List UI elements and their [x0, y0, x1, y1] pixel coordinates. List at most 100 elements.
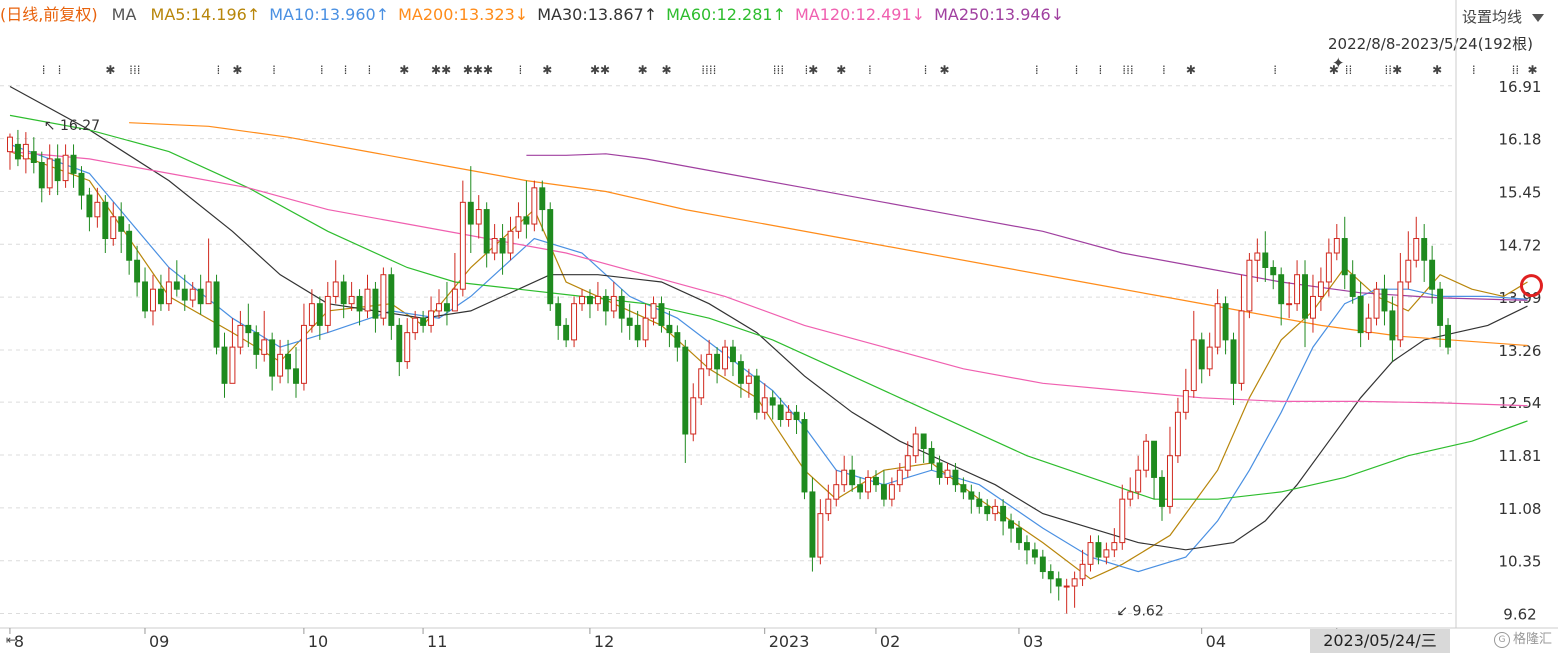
candle-up [896, 469, 903, 486]
candle-up [150, 288, 156, 312]
candle-down [443, 303, 450, 312]
candle-up [205, 281, 212, 305]
signal-mark: ⁞ [58, 63, 62, 77]
candle-up [865, 476, 872, 493]
candle-down [173, 281, 180, 290]
candle-up [1119, 498, 1126, 544]
candle-down [102, 201, 109, 240]
candle-down [1302, 274, 1308, 319]
signal-mark: ⁞ [344, 63, 348, 77]
candle-down [753, 375, 760, 413]
candle-up [428, 310, 435, 326]
signal-mark: ⁞ [272, 63, 276, 77]
candle-down [682, 346, 689, 435]
y-tick-label: 12.54 [1499, 394, 1542, 412]
candle-up [594, 295, 601, 305]
candle-up [348, 295, 355, 305]
signal-mark: ⁞⁞ [1345, 63, 1353, 77]
candle-down [1270, 266, 1277, 276]
candle-down [388, 274, 395, 326]
x-tick-label: 2023 [769, 632, 810, 651]
candle-up [1166, 455, 1173, 507]
candle-up [992, 505, 999, 515]
candle-down [1341, 238, 1348, 276]
candle-up [825, 498, 832, 515]
candle-up [1103, 549, 1110, 558]
candle-down [86, 194, 93, 218]
x-tick-label: 04 [1206, 632, 1226, 651]
candle-down [157, 288, 164, 305]
candle-down [857, 484, 864, 493]
candle-up [531, 187, 538, 225]
candle-up [1063, 585, 1070, 588]
candle-up [1365, 317, 1372, 334]
current-date-label: 2023/05/24/三 [1310, 629, 1450, 653]
candle-up [277, 353, 284, 377]
candle-down [626, 317, 633, 326]
signal-mark: ⁞ [924, 63, 928, 77]
extreme-annotation: ↖ 16.27 [44, 118, 100, 134]
candle-up [1286, 303, 1293, 306]
x-tick-label: 10 [308, 632, 328, 651]
candle-down [952, 469, 959, 486]
ma-line-ma250 [526, 153, 1528, 301]
candle-up [944, 469, 951, 478]
candle-up [1111, 542, 1118, 551]
candle-down [1151, 440, 1158, 478]
signal-mark: ⁞⁞⁞ [773, 63, 784, 77]
candle-down [38, 162, 45, 189]
candle-up [1135, 469, 1142, 493]
candle-down [1095, 542, 1102, 558]
candle-up [300, 324, 307, 384]
candlestick-chart[interactable]: 16.9116.1815.4514.7213.9913.2612.5411.81… [0, 0, 1558, 653]
candle-down [880, 484, 887, 500]
candle-down [142, 281, 149, 312]
candle-down [1357, 295, 1364, 334]
candle-down [340, 281, 347, 305]
back-arrow-icon[interactable]: ⇤ [6, 633, 16, 647]
candle-down [126, 230, 133, 261]
candle-down [563, 324, 570, 341]
candle-up [459, 201, 466, 290]
candle-down [547, 209, 554, 305]
signal-mark: ⁞ [320, 63, 324, 77]
candle-up [1143, 440, 1150, 471]
gelonghui-logo-icon: G [1493, 631, 1510, 648]
candle-down [1222, 303, 1229, 341]
candle-up [841, 469, 848, 486]
candle-down [634, 324, 641, 341]
watermark-text: 格隆汇 [1512, 632, 1552, 647]
candle-up [1413, 238, 1420, 261]
candle-up [690, 397, 697, 435]
candle-up [475, 209, 482, 225]
candle-up [1246, 259, 1253, 312]
signal-mark: ⁞ [1162, 63, 1166, 77]
candle-down [928, 447, 935, 464]
candle-up [22, 143, 29, 160]
candle-up [404, 332, 411, 363]
signal-mark: ✱✱ [431, 63, 451, 77]
candle-up [229, 346, 236, 384]
candle-up [94, 201, 101, 218]
signal-mark: ⁞ [368, 63, 372, 77]
ma-line-ma5 [9, 151, 1528, 580]
candle-up [412, 317, 419, 334]
candle-down [70, 154, 77, 174]
candle-down [467, 201, 474, 225]
candle-down [30, 151, 37, 163]
candle-down [1023, 542, 1030, 551]
candle-down [960, 484, 967, 493]
candle-down [54, 158, 61, 182]
candle-down [1389, 310, 1396, 341]
signal-mark: ✱ [1432, 63, 1442, 77]
x-tick-label: 12 [594, 632, 614, 651]
candle-up [46, 158, 53, 189]
signal-mark: ✱ [542, 63, 552, 77]
candle-down [396, 324, 403, 363]
candle-up [451, 288, 458, 312]
candle-down [197, 288, 204, 305]
candle-down [253, 332, 260, 355]
candle-up [610, 295, 617, 312]
x-tick-label: 09 [149, 632, 169, 651]
candle-down [1047, 571, 1054, 580]
